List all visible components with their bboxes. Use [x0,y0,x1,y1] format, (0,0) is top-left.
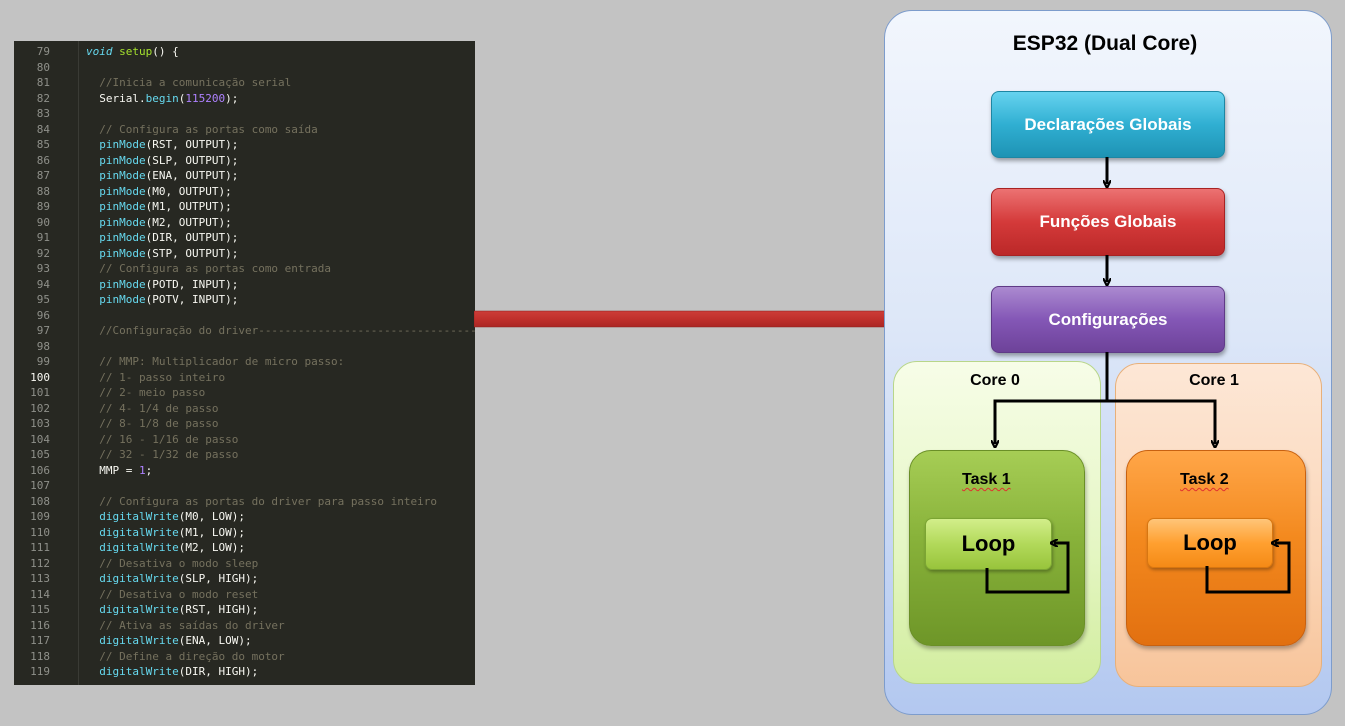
arrow-conf-to-core1 [1107,399,1215,444]
arrow-conf-to-core0 [995,352,1109,444]
loop-1-feedback [985,543,1070,594]
diagram-connectors [985,157,1291,594]
loop-2-feedback [1205,543,1291,594]
